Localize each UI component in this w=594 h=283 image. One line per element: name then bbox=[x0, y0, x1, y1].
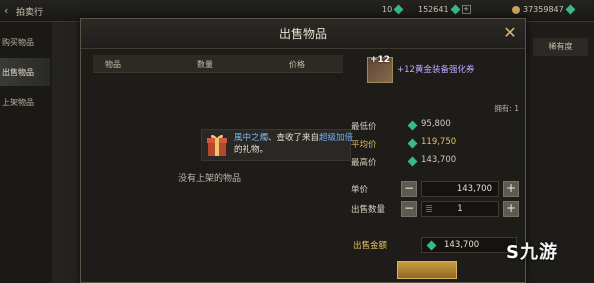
quantity-minus-button[interactable]: − bbox=[401, 201, 417, 217]
quantity-value: 1 bbox=[457, 204, 463, 214]
gem-icon bbox=[407, 156, 418, 167]
back-arrow-icon[interactable]: ‹ bbox=[4, 4, 8, 17]
item-name: +12黄金装备强化券 bbox=[397, 65, 475, 75]
currency-1: 10 bbox=[382, 4, 404, 15]
modal-title: 出售物品 bbox=[81, 19, 525, 49]
notice-end: 的礼物。 bbox=[234, 145, 269, 155]
notice-highlight: 超级加倍 bbox=[319, 133, 354, 143]
gem-icon bbox=[393, 4, 404, 15]
currency-value: 37359847 bbox=[523, 5, 564, 14]
gem-icon bbox=[565, 4, 576, 15]
avg-price-value: 119,750 bbox=[421, 137, 457, 147]
currency-3: 37359847 bbox=[512, 4, 576, 15]
close-icon[interactable]: ✕ bbox=[501, 25, 519, 43]
max-price-value: 143,700 bbox=[421, 155, 457, 165]
currency-value: 10 bbox=[382, 5, 393, 14]
sender-name: 風中之燭 bbox=[234, 133, 269, 143]
col-item: 物品 bbox=[105, 60, 121, 69]
list-header: 物品 数量 价格 bbox=[93, 55, 343, 73]
nav-sell[interactable]: 出售物品 bbox=[0, 58, 50, 86]
currency-value: 152641 bbox=[418, 5, 449, 14]
unit-price-minus-button[interactable]: − bbox=[401, 181, 417, 197]
notification-text: 風中之燭、查收了来自超级加倍 的礼物。 bbox=[234, 132, 354, 156]
max-price-label: 最高价 bbox=[351, 158, 377, 168]
unit-price-label: 单价 bbox=[351, 185, 369, 195]
min-price-label: 最低价 bbox=[351, 122, 377, 132]
quantity-plus-button[interactable]: + bbox=[503, 201, 519, 217]
max-price-row: 最高价 143,700 bbox=[349, 155, 521, 169]
gem-icon bbox=[426, 240, 437, 251]
col-price: 价格 bbox=[289, 60, 305, 69]
quantity-row: 出售数量 − 1 + bbox=[349, 201, 521, 217]
gift-box-icon bbox=[207, 134, 227, 156]
gem-icon bbox=[450, 4, 460, 15]
owned-count: 拥有: 1 bbox=[494, 104, 519, 113]
min-price-value: 95,800 bbox=[421, 119, 451, 129]
currency-2: 152641 + bbox=[418, 4, 471, 15]
listing-panel: 物品 数量 价格 没有上架的物品 bbox=[93, 55, 343, 279]
quantity-input[interactable]: 1 bbox=[421, 201, 499, 217]
gem-icon bbox=[407, 138, 418, 149]
rarity-filter[interactable]: 稀有度 bbox=[533, 38, 588, 56]
total-box: 143,700 bbox=[421, 237, 517, 253]
unit-price-row: 单价 − 143,700 + bbox=[349, 181, 521, 197]
stack-icon bbox=[426, 205, 432, 213]
sell-modal: 出售物品 ✕ 物品 数量 价格 没有上架的物品 風中之燭、查收了来自超级加倍 的… bbox=[80, 18, 526, 283]
background-panel bbox=[52, 22, 82, 283]
coin-icon bbox=[512, 5, 520, 14]
nav-listed[interactable]: 上架物品 bbox=[0, 88, 50, 116]
watermark-text: 九游 bbox=[519, 242, 558, 263]
min-price-row: 最低价 95,800 bbox=[349, 119, 521, 133]
item-level: +12 bbox=[370, 55, 391, 65]
col-qty: 数量 bbox=[197, 60, 213, 69]
sell-button[interactable] bbox=[397, 261, 457, 279]
nav-buy[interactable]: 购买物品 bbox=[0, 28, 50, 56]
avg-price-row: 平均价 119,750 bbox=[349, 137, 521, 151]
item-scroll-icon: +12 bbox=[367, 55, 393, 83]
page-title: 拍卖行 bbox=[16, 8, 44, 18]
total-value: 143,700 bbox=[444, 240, 480, 250]
swirl-logo-icon: S bbox=[506, 242, 520, 263]
total-row: 出售金额 143,700 bbox=[349, 237, 521, 253]
unit-price-input[interactable]: 143,700 bbox=[421, 181, 499, 197]
gift-notification: 風中之燭、查收了来自超级加倍 的礼物。 bbox=[201, 129, 354, 161]
total-label: 出售金额 bbox=[353, 241, 388, 251]
gem-icon bbox=[407, 120, 418, 131]
notice-mid: 、查收了来自 bbox=[268, 133, 320, 143]
watermark-logo: S九游 bbox=[506, 238, 558, 264]
avg-price-label: 平均价 bbox=[351, 140, 377, 150]
left-nav: 购买物品 出售物品 上架物品 bbox=[0, 22, 50, 283]
empty-list-text: 没有上架的物品 bbox=[178, 174, 242, 184]
quantity-label: 出售数量 bbox=[351, 205, 386, 215]
add-currency-button[interactable]: + bbox=[461, 5, 471, 14]
unit-price-plus-button[interactable]: + bbox=[503, 181, 519, 197]
item-detail-panel: +12 +12黄金装备强化券 拥有: 1 最低价 95,800 平均价 119,… bbox=[349, 55, 521, 279]
